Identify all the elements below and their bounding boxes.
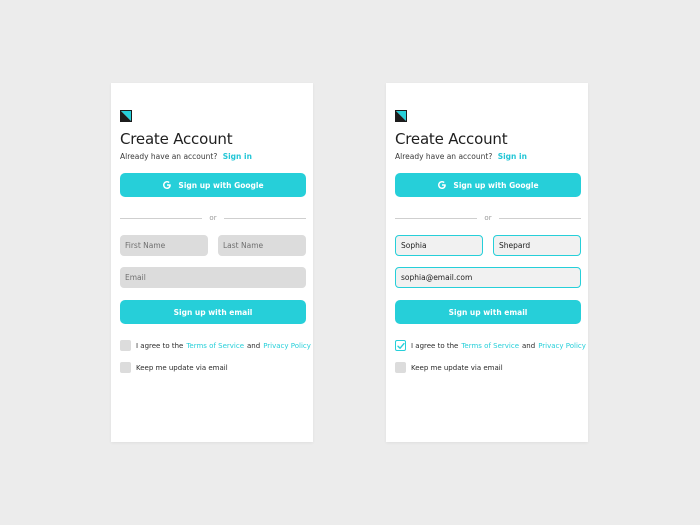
last-name-field[interactable]: Shepard	[493, 235, 581, 256]
signup-card-filled: Create Account Already have an account? …	[386, 83, 588, 442]
google-button-label: Sign up with Google	[453, 180, 539, 190]
terms-agreement-row: I agree to the Terms of Service and Priv…	[120, 340, 314, 351]
email-field[interactable]: Email	[120, 267, 306, 288]
email-updates-checkbox[interactable]	[120, 362, 131, 373]
last-name-field[interactable]: Last Name	[218, 235, 306, 256]
or-divider: or	[120, 214, 306, 222]
terms-checkbox[interactable]	[395, 340, 406, 351]
google-signup-button[interactable]: Sign up with Google	[395, 173, 581, 197]
terms-checkbox[interactable]	[120, 340, 131, 351]
privacy-policy-link[interactable]: Privacy Policy	[263, 342, 311, 350]
have-account-text: Already have an account?	[120, 152, 218, 161]
have-account-text: Already have an account?	[395, 152, 493, 161]
page-title: Create Account	[120, 130, 233, 148]
agree-prefix-text: I agree to the	[136, 341, 184, 350]
email-updates-label: Keep me update via email	[136, 363, 228, 372]
google-button-label: Sign up with Google	[178, 180, 264, 190]
sign-in-link[interactable]: Sign in	[223, 152, 252, 161]
logo-square-icon	[120, 110, 132, 122]
email-button-label: Sign up with email	[448, 307, 528, 317]
and-text: and	[247, 341, 261, 350]
email-field[interactable]: sophia@email.com	[395, 267, 581, 288]
email-updates-row: Keep me update via email	[395, 362, 503, 373]
terms-of-service-link[interactable]: Terms of Service	[461, 342, 519, 350]
first-name-field[interactable]: First Name	[120, 235, 208, 256]
terms-of-service-link[interactable]: Terms of Service	[186, 342, 244, 350]
logo-square-icon	[395, 110, 407, 122]
sign-in-prompt: Already have an account? Sign in	[120, 152, 252, 161]
terms-agreement-row: I agree to the Terms of Service and Priv…	[395, 340, 589, 351]
google-g-icon	[438, 181, 447, 189]
email-button-label: Sign up with email	[173, 307, 253, 317]
agree-prefix-text: I agree to the	[411, 341, 459, 350]
first-name-field[interactable]: Sophia	[395, 235, 483, 256]
google-g-icon	[163, 181, 172, 189]
sign-in-prompt: Already have an account? Sign in	[395, 152, 527, 161]
email-updates-label: Keep me update via email	[411, 363, 503, 372]
page-title: Create Account	[395, 130, 508, 148]
email-updates-row: Keep me update via email	[120, 362, 228, 373]
checkmark-icon	[396, 342, 405, 349]
divider-line-right	[499, 218, 581, 219]
google-signup-button[interactable]: Sign up with Google	[120, 173, 306, 197]
and-text: and	[522, 341, 536, 350]
or-divider: or	[395, 214, 581, 222]
divider-line-right	[224, 218, 306, 219]
privacy-policy-link[interactable]: Privacy Policy	[538, 342, 586, 350]
sign-in-link[interactable]: Sign in	[498, 152, 527, 161]
email-updates-checkbox[interactable]	[395, 362, 406, 373]
email-signup-button[interactable]: Sign up with email	[120, 300, 306, 324]
signup-card-empty: Create Account Already have an account? …	[111, 83, 313, 442]
email-signup-button[interactable]: Sign up with email	[395, 300, 581, 324]
